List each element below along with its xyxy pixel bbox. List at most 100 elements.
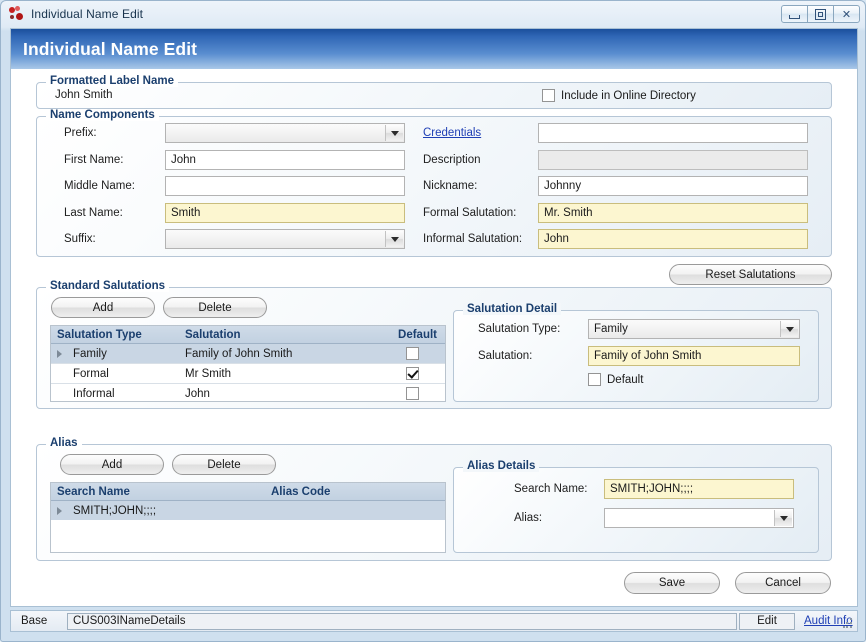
cell-salutation-type: Formal — [73, 367, 109, 380]
label-prefix: Prefix: — [64, 127, 97, 139]
group-formatted-label-name: Formatted Label Name John Smith Include … — [36, 75, 832, 109]
table-row[interactable]: Informal John — [51, 384, 445, 401]
default-checkbox[interactable] — [405, 367, 419, 380]
chevron-down-icon[interactable] — [780, 321, 798, 337]
grid-col-salutation-type: Salutation Type — [57, 328, 142, 341]
group-name-components: Name Components Prefix: First Name: John… — [36, 109, 832, 257]
include-in-online-directory-checkbox[interactable]: Include in Online Directory — [542, 89, 696, 102]
close-icon: ✕ — [841, 7, 852, 21]
title-bar: Individual Name Edit ✕ — [2, 2, 866, 26]
status-mode: Edit — [739, 612, 795, 630]
standard-salutations-grid[interactable]: Salutation Type Salutation Default Famil… — [50, 325, 446, 402]
grid-header-row: Search Name Alias Code — [51, 483, 445, 501]
formatted-label-name-value: John Smith — [55, 89, 113, 101]
default-checkbox[interactable] — [405, 347, 419, 360]
row-selector-icon — [51, 349, 67, 358]
salutation-type-value: Family — [594, 323, 628, 335]
status-base-value: CUS003INameDetails — [67, 612, 737, 630]
chevron-down-icon[interactable] — [774, 510, 792, 526]
table-row[interactable]: Family Family of John Smith — [51, 344, 445, 364]
cancel-button[interactable]: Cancel — [735, 572, 831, 594]
formal-salutation-input[interactable]: Mr. Smith — [538, 203, 808, 223]
alias-add-button[interactable]: Add — [60, 454, 164, 475]
cell-search-name: SMITH;JOHN;;;; — [73, 504, 157, 517]
label-salutation-type: Salutation Type: — [478, 323, 561, 335]
group-title-alias-details: Alias Details — [463, 460, 540, 472]
salutation-input[interactable]: Family of John Smith — [588, 346, 800, 366]
alias-combo[interactable] — [604, 508, 794, 528]
cell-default[interactable] — [379, 387, 445, 400]
grid-header-row: Salutation Type Salutation Default — [51, 326, 445, 344]
checkbox-box — [588, 373, 601, 386]
cell-salutation: John — [185, 387, 210, 400]
page-banner: Individual Name Edit — [11, 29, 857, 69]
salutation-delete-button[interactable]: Delete — [163, 297, 267, 318]
app-root: Individual Name Edit ✕ Individual Name E… — [0, 0, 866, 642]
page-body: Formatted Label Name John Smith Include … — [11, 69, 857, 606]
group-title-salutation-detail: Salutation Detail — [463, 303, 562, 315]
cell-default[interactable] — [379, 367, 445, 380]
minimize-button[interactable] — [781, 5, 808, 23]
label-formal-salutation: Formal Salutation: — [423, 207, 517, 219]
salutation-add-button[interactable]: Add — [51, 297, 155, 318]
maximize-button[interactable] — [807, 5, 834, 23]
label-salutation: Salutation: — [478, 350, 533, 362]
cell-default[interactable] — [379, 347, 445, 360]
first-name-input[interactable]: John — [165, 150, 405, 170]
nickname-input[interactable]: Johnny — [538, 176, 808, 196]
close-button[interactable]: ✕ — [833, 5, 860, 23]
label-suffix: Suffix: — [64, 233, 96, 245]
grid-col-default: Default — [398, 328, 437, 341]
reset-salutations-button[interactable]: Reset Salutations — [669, 264, 832, 285]
prefix-combo[interactable] — [165, 123, 405, 143]
cell-salutation-type: Family — [73, 347, 107, 360]
group-title-alias: Alias — [46, 437, 82, 449]
label-description: Description — [423, 154, 481, 166]
grid-col-salutation: Salutation — [185, 328, 241, 341]
alias-delete-button[interactable]: Delete — [172, 454, 276, 475]
group-title-standard-salutations: Standard Salutations — [46, 280, 170, 292]
informal-salutation-input[interactable]: John — [538, 229, 808, 249]
credentials-input[interactable] — [538, 123, 808, 143]
group-standard-salutations: Standard Salutations Add Delete Salutati… — [36, 280, 832, 409]
description-input — [538, 150, 808, 170]
table-row[interactable]: Formal Mr Smith — [51, 364, 445, 384]
cell-salutation: Mr Smith — [185, 367, 231, 380]
salutation-default-label: Default — [607, 373, 644, 386]
cell-salutation: Family of John Smith — [185, 347, 293, 360]
suffix-combo[interactable] — [165, 229, 405, 249]
middle-name-input[interactable] — [165, 176, 405, 196]
label-first-name: First Name: — [64, 154, 124, 166]
group-salutation-detail: Salutation Detail Salutation Type: Famil… — [453, 303, 819, 402]
row-selector-icon — [51, 506, 67, 515]
alias-grid[interactable]: Search Name Alias Code SMITH;JOHN;;;; — [50, 482, 446, 553]
chevron-down-icon[interactable] — [385, 231, 403, 247]
window-title: Individual Name Edit — [31, 7, 144, 21]
window-controls: ✕ — [781, 5, 860, 23]
salutation-default-checkbox[interactable]: Default — [588, 373, 643, 386]
group-alias-details: Alias Details Search Name: SMITH;JOHN;;;… — [453, 460, 819, 553]
alias-search-name-input[interactable]: SMITH;JOHN;;;; — [604, 479, 794, 499]
table-row[interactable]: SMITH;JOHN;;;; — [51, 501, 445, 520]
client-area: Individual Name Edit Formatted Label Nam… — [10, 28, 858, 607]
group-title-formatted-label-name: Formatted Label Name — [46, 75, 178, 87]
window-frame: Individual Name Edit ✕ Individual Name E… — [0, 0, 866, 642]
minimize-icon — [789, 14, 800, 19]
checkbox-box — [542, 89, 555, 102]
label-alias: Alias: — [514, 512, 543, 524]
label-last-name: Last Name: — [64, 207, 123, 219]
credentials-link[interactable]: Credentials — [423, 127, 481, 139]
grid-col-search-name: Search Name — [57, 485, 130, 498]
chevron-down-icon[interactable] — [385, 125, 403, 141]
default-checkbox[interactable] — [405, 387, 419, 400]
group-title-name-components: Name Components — [46, 109, 159, 121]
salutation-type-combo[interactable]: Family — [588, 319, 800, 339]
app-icon — [9, 6, 25, 22]
last-name-input[interactable]: Smith — [165, 203, 405, 223]
include-in-online-directory-label: Include in Online Directory — [561, 89, 696, 102]
save-button[interactable]: Save — [624, 572, 720, 594]
status-base-label: Base — [21, 615, 48, 627]
resize-grip-icon[interactable] — [843, 618, 853, 628]
status-bar: Base CUS003INameDetails Edit Audit Info — [10, 610, 858, 632]
label-nickname: Nickname: — [423, 180, 478, 192]
